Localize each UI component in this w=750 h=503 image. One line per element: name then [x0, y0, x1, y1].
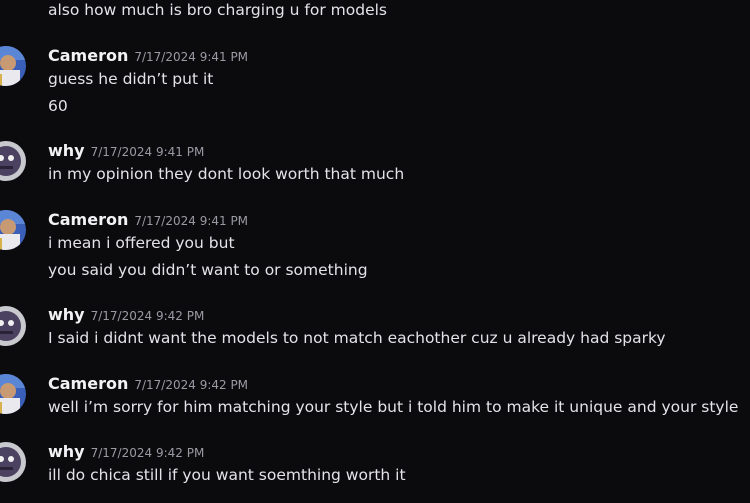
message-header: why 7/17/2024 9:41 PM	[48, 141, 204, 161]
message-header: Cameron 7/17/2024 9:42 PM	[48, 374, 248, 394]
author-name[interactable]: Cameron	[48, 46, 128, 65]
message-text: 60	[48, 97, 68, 115]
why-avatar-icon[interactable]	[0, 141, 26, 181]
author-name[interactable]: why	[48, 305, 85, 324]
message-list: also how much is bro charging u for mode…	[0, 0, 750, 503]
message-text: you said you didn’t want to or something	[48, 261, 368, 279]
message-header: why 7/17/2024 9:42 PM	[48, 442, 204, 462]
message-text: well i’m sorry for him matching your sty…	[48, 398, 739, 416]
author-name[interactable]: Cameron	[48, 374, 128, 393]
message-header: Cameron 7/17/2024 9:41 PM	[48, 46, 248, 66]
timestamp: 7/17/2024 9:42 PM	[90, 309, 205, 323]
message-text: in my opinion they dont look worth that …	[48, 165, 405, 183]
timestamp: 7/17/2024 9:41 PM	[90, 145, 205, 159]
timestamp: 7/17/2024 9:41 PM	[134, 214, 249, 228]
why-avatar-icon[interactable]	[0, 306, 26, 346]
message-text: i mean i offered you but	[48, 234, 235, 252]
message-text: also how much is bro charging u for mode…	[48, 1, 387, 19]
cameron-avatar-icon[interactable]	[0, 374, 26, 414]
message-header: Cameron 7/17/2024 9:41 PM	[48, 210, 248, 230]
message-text: I said i didnt want the models to not ma…	[48, 329, 666, 347]
cameron-avatar-icon[interactable]	[0, 210, 26, 250]
message-text: guess he didn’t put it	[48, 70, 214, 88]
timestamp: 7/17/2024 9:42 PM	[90, 446, 205, 460]
message-text: ill do chica still if you want soemthing…	[48, 466, 406, 484]
timestamp: 7/17/2024 9:41 PM	[134, 50, 249, 64]
author-name[interactable]: why	[48, 442, 85, 461]
message-header: why 7/17/2024 9:42 PM	[48, 305, 204, 325]
author-name[interactable]: Cameron	[48, 210, 128, 229]
why-avatar-icon[interactable]	[0, 442, 26, 482]
timestamp: 7/17/2024 9:42 PM	[134, 378, 249, 392]
cameron-avatar-icon[interactable]	[0, 46, 26, 86]
author-name[interactable]: why	[48, 141, 85, 160]
